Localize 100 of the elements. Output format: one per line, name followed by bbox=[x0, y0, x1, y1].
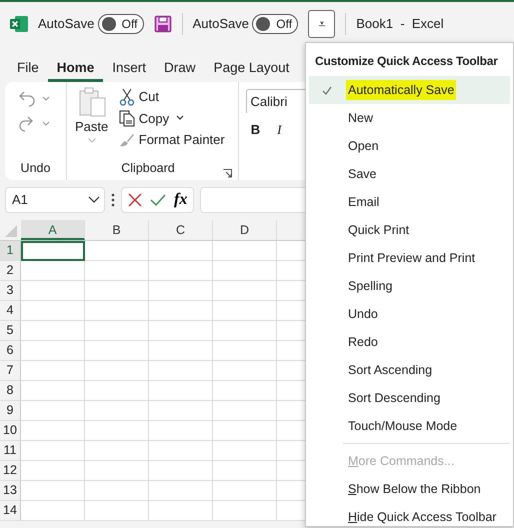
menu-item[interactable]: Save bbox=[309, 160, 510, 188]
autosave-toggle[interactable]: Off bbox=[98, 14, 144, 34]
row-header[interactable]: 4 bbox=[0, 301, 21, 321]
grid-cell[interactable] bbox=[21, 421, 85, 441]
copy-button[interactable]: Copy bbox=[116, 108, 227, 129]
row-header[interactable]: 1 bbox=[0, 241, 21, 261]
column-header[interactable]: D bbox=[213, 220, 277, 240]
grid-cell[interactable] bbox=[21, 461, 85, 481]
menu-item[interactable]: Email bbox=[309, 188, 510, 216]
column-header[interactable]: B bbox=[85, 220, 149, 240]
ribbon-tab[interactable]: Draw bbox=[155, 54, 205, 82]
redo-icon[interactable] bbox=[18, 114, 52, 132]
grid-cell[interactable] bbox=[149, 301, 213, 321]
grid-cell[interactable] bbox=[213, 281, 277, 301]
grid-cell[interactable] bbox=[85, 421, 149, 441]
grid-cell[interactable] bbox=[213, 481, 277, 501]
menu-item[interactable]: Hide Quick Access Toolbar bbox=[309, 503, 510, 528]
grid-cell[interactable] bbox=[85, 281, 149, 301]
grid-cell[interactable] bbox=[213, 441, 277, 461]
grid-cell[interactable] bbox=[149, 361, 213, 381]
more-options-icon[interactable] bbox=[111, 193, 115, 207]
grid-cell[interactable] bbox=[85, 461, 149, 481]
menu-item[interactable]: Open bbox=[309, 132, 510, 160]
grid-cell[interactable] bbox=[85, 361, 149, 381]
grid-cell[interactable] bbox=[21, 441, 85, 461]
grid-cell[interactable] bbox=[21, 401, 85, 421]
menu-item[interactable]: Automatically Save bbox=[309, 76, 510, 104]
insert-function-button[interactable]: fx bbox=[174, 188, 188, 212]
grid-cell[interactable] bbox=[85, 501, 149, 521]
grid-cell[interactable] bbox=[213, 421, 277, 441]
grid-cell[interactable] bbox=[213, 321, 277, 341]
grid-cell[interactable] bbox=[149, 441, 213, 461]
grid-cell[interactable] bbox=[85, 381, 149, 401]
row-header[interactable]: 6 bbox=[0, 341, 21, 361]
row-header[interactable]: 12 bbox=[0, 461, 21, 481]
grid-cell[interactable] bbox=[21, 321, 85, 341]
bold-button[interactable]: B bbox=[248, 119, 262, 140]
grid-cell[interactable] bbox=[21, 341, 85, 361]
grid-cell[interactable] bbox=[85, 441, 149, 461]
grid-cell[interactable] bbox=[213, 401, 277, 421]
save-icon[interactable] bbox=[154, 15, 172, 33]
column-header[interactable]: A bbox=[21, 220, 85, 240]
ribbon-tab[interactable]: Page Layout bbox=[204, 54, 298, 82]
grid-cell[interactable] bbox=[85, 301, 149, 321]
grid-cell[interactable] bbox=[149, 461, 213, 481]
grid-cell[interactable] bbox=[21, 501, 85, 521]
grid-cell[interactable] bbox=[149, 401, 213, 421]
grid-cell[interactable] bbox=[85, 401, 149, 421]
grid-cell[interactable] bbox=[21, 381, 85, 401]
menu-item[interactable]: Quick Print bbox=[309, 216, 510, 244]
grid-cell[interactable] bbox=[21, 261, 85, 281]
ribbon-tab[interactable]: File bbox=[8, 54, 48, 82]
row-header[interactable]: 2 bbox=[0, 261, 21, 281]
dialog-launcher-icon[interactable] bbox=[223, 169, 232, 178]
row-header[interactable]: 13 bbox=[0, 481, 21, 501]
grid-cell[interactable] bbox=[213, 261, 277, 281]
menu-item[interactable]: Print Preview and Print bbox=[309, 244, 510, 272]
active-cell[interactable] bbox=[21, 241, 85, 261]
row-header[interactable]: 7 bbox=[0, 361, 21, 381]
menu-item[interactable]: Touch/Mouse Mode bbox=[309, 412, 510, 440]
row-header[interactable]: 10 bbox=[0, 421, 21, 441]
grid-cell[interactable] bbox=[21, 481, 85, 501]
grid-cell[interactable] bbox=[85, 321, 149, 341]
grid-cell[interactable] bbox=[21, 301, 85, 321]
grid-cell[interactable] bbox=[85, 341, 149, 361]
menu-item[interactable]: Undo bbox=[309, 300, 510, 328]
autosave-toggle[interactable]: Off bbox=[252, 14, 298, 34]
grid-cell[interactable] bbox=[213, 381, 277, 401]
italic-button[interactable]: I bbox=[275, 119, 284, 140]
grid-cell[interactable] bbox=[149, 501, 213, 521]
column-header[interactable]: C bbox=[149, 220, 213, 240]
grid-cell[interactable] bbox=[213, 501, 277, 521]
grid-cell[interactable] bbox=[213, 461, 277, 481]
grid-cell[interactable] bbox=[213, 361, 277, 381]
menu-item[interactable]: Show Below the Ribbon bbox=[309, 475, 510, 503]
customize-toolbar-button[interactable]: ⩡ bbox=[308, 10, 336, 38]
grid-cell[interactable] bbox=[85, 481, 149, 501]
cancel-icon[interactable] bbox=[128, 193, 142, 207]
grid-cell[interactable] bbox=[213, 301, 277, 321]
ribbon-tab[interactable]: Insert bbox=[103, 54, 156, 82]
row-header[interactable]: 9 bbox=[0, 401, 21, 421]
enter-check-icon[interactable] bbox=[150, 193, 166, 207]
menu-item[interactable]: Spelling bbox=[309, 272, 510, 300]
row-header[interactable]: 5 bbox=[0, 321, 21, 341]
name-box[interactable]: A1 bbox=[5, 187, 105, 213]
grid-cell[interactable] bbox=[149, 421, 213, 441]
menu-item[interactable]: Redo bbox=[309, 328, 510, 356]
grid-cell[interactable] bbox=[149, 261, 213, 281]
row-header[interactable]: 14 bbox=[0, 501, 21, 521]
cut-button[interactable]: Cut bbox=[116, 86, 227, 108]
menu-item[interactable]: Sort Ascending bbox=[309, 356, 510, 384]
row-header[interactable]: 3 bbox=[0, 281, 21, 301]
grid-cell[interactable] bbox=[149, 381, 213, 401]
grid-cell[interactable] bbox=[149, 481, 213, 501]
grid-cell[interactable] bbox=[149, 321, 213, 341]
grid-cell[interactable] bbox=[213, 341, 277, 361]
grid-cell[interactable] bbox=[149, 341, 213, 361]
menu-item[interactable]: Sort Descending bbox=[309, 384, 510, 412]
grid-cell[interactable] bbox=[149, 281, 213, 301]
grid-cell[interactable] bbox=[213, 241, 277, 261]
